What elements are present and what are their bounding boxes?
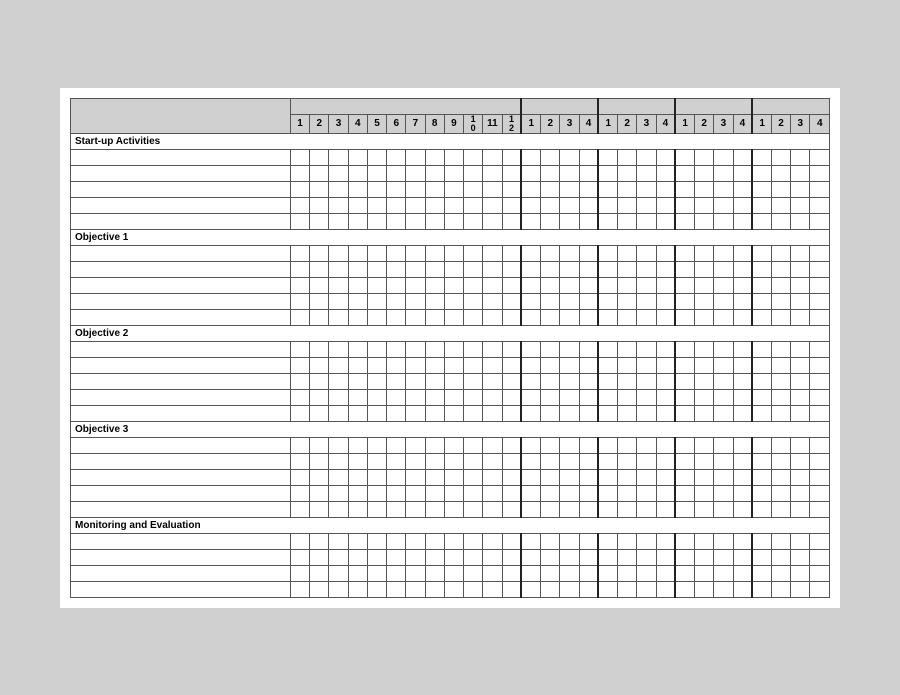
y2-q2: 2	[541, 114, 560, 133]
section-label-4: Monitoring and Evaluation	[71, 517, 830, 533]
data-row	[71, 549, 830, 565]
header-row-1	[71, 98, 830, 114]
section-label-0: Start-up Activities	[71, 133, 830, 149]
section-title-0: Start-up Activities	[71, 133, 830, 149]
y3-q3: 3	[637, 114, 656, 133]
data-row	[71, 261, 830, 277]
y3-q4: 4	[656, 114, 675, 133]
data-row	[71, 533, 830, 549]
activity-header	[71, 98, 291, 133]
month-10: 10	[464, 114, 483, 133]
y2-q1: 1	[521, 114, 540, 133]
data-row	[71, 309, 830, 325]
data-row	[71, 357, 830, 373]
y4-q1: 1	[675, 114, 694, 133]
y5-q3: 3	[791, 114, 810, 133]
month-9: 9	[444, 114, 463, 133]
y5-q2: 2	[771, 114, 790, 133]
data-row	[71, 405, 830, 421]
month-12: 12	[502, 114, 521, 133]
year5-header	[752, 98, 829, 114]
data-row	[71, 581, 830, 597]
data-row	[71, 149, 830, 165]
month-11: 11	[483, 114, 502, 133]
section-title-4: Monitoring and Evaluation	[71, 517, 830, 533]
gantt-table: 1 2 3 4 5 6 7 8 9 10 11 12 1 2 3 4 1 2	[70, 98, 830, 598]
year1-header	[290, 98, 521, 114]
data-row	[71, 181, 830, 197]
y5-q1: 1	[752, 114, 771, 133]
data-row	[71, 341, 830, 357]
data-row	[71, 373, 830, 389]
month-1: 1	[290, 114, 309, 133]
data-row	[71, 501, 830, 517]
data-row	[71, 165, 830, 181]
y3-q2: 2	[618, 114, 637, 133]
data-row	[71, 453, 830, 469]
section-title-1: Objective 1	[71, 229, 830, 245]
data-row	[71, 565, 830, 581]
data-row	[71, 213, 830, 229]
section-title-2: Objective 2	[71, 325, 830, 341]
y5-q4: 4	[810, 114, 830, 133]
y4-q2: 2	[695, 114, 714, 133]
data-row	[71, 389, 830, 405]
y3-q1: 1	[598, 114, 617, 133]
data-row	[71, 485, 830, 501]
month-8: 8	[425, 114, 444, 133]
data-row	[71, 277, 830, 293]
y2-q3: 3	[560, 114, 579, 133]
y4-q3: 3	[714, 114, 733, 133]
month-5: 5	[367, 114, 386, 133]
data-row	[71, 293, 830, 309]
section-label-3: Objective 3	[71, 421, 830, 437]
year2-header	[521, 98, 598, 114]
year3-header	[598, 98, 675, 114]
gantt-chart-container: 1 2 3 4 5 6 7 8 9 10 11 12 1 2 3 4 1 2	[60, 88, 840, 608]
y4-q4: 4	[733, 114, 752, 133]
table-body: Start-up Activities Objective 1 Objective …	[71, 133, 830, 597]
y2-q4: 4	[579, 114, 598, 133]
data-row	[71, 437, 830, 453]
month-4: 4	[348, 114, 367, 133]
month-3: 3	[329, 114, 348, 133]
section-title-3: Objective 3	[71, 421, 830, 437]
year4-header	[675, 98, 752, 114]
data-row	[71, 197, 830, 213]
data-row	[71, 469, 830, 485]
month-6: 6	[387, 114, 406, 133]
data-row	[71, 245, 830, 261]
section-label-1: Objective 1	[71, 229, 830, 245]
month-7: 7	[406, 114, 425, 133]
section-label-2: Objective 2	[71, 325, 830, 341]
month-2: 2	[310, 114, 329, 133]
